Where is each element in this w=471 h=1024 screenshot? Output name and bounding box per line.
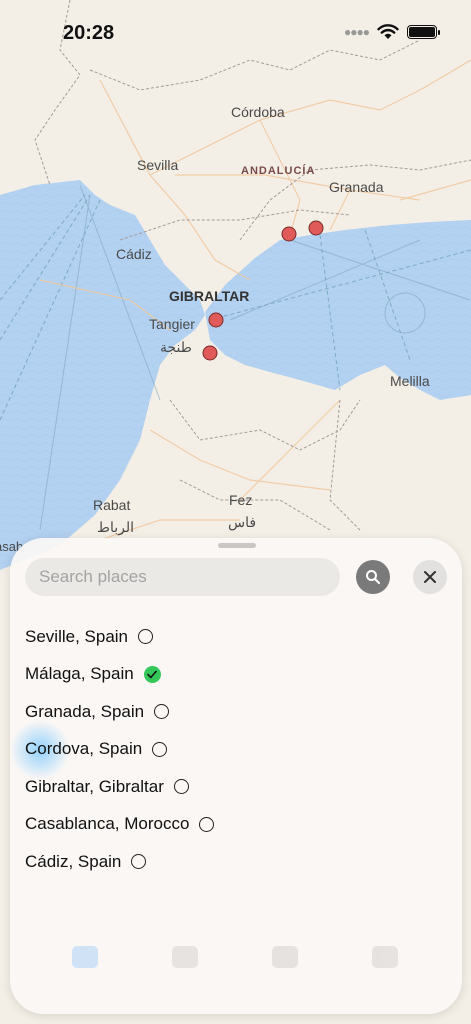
search-input[interactable] [25, 558, 340, 596]
place-label: Granada, Spain [25, 701, 145, 721]
tab-places [150, 946, 220, 972]
profile-tab-icon [372, 946, 398, 968]
place-label: Cádiz, Spain [25, 851, 122, 871]
map-marker[interactable] [281, 226, 297, 242]
radio-button[interactable] [199, 816, 215, 832]
wifi-icon [377, 24, 399, 39]
radio-button[interactable] [138, 629, 154, 645]
tab-bar-faded [10, 938, 462, 1014]
close-icon [424, 571, 436, 583]
battery-icon [407, 25, 440, 39]
list-item[interactable]: Cádiz, Spain [25, 843, 445, 881]
places-tab-icon [172, 946, 198, 968]
radio-button[interactable] [131, 854, 147, 870]
map-label-melilla: Melilla [390, 373, 430, 389]
place-label: Cordova, Spain [25, 739, 143, 759]
status-icons: ●●●● [344, 24, 440, 40]
map-tab-icon [72, 946, 98, 968]
places-sheet: Seville, Spain Málaga, Spain Granada, Sp… [10, 538, 462, 1014]
radio-button[interactable] [154, 704, 170, 720]
status-time: 20:28 [63, 22, 115, 44]
status-bar: 20:28 ●●●● [0, 0, 471, 60]
map-label-fez-ar: فاس [228, 514, 256, 531]
checkmark-icon [147, 670, 157, 679]
radio-button-selected[interactable] [143, 665, 161, 683]
places-list: Seville, Spain Málaga, Spain Granada, Sp… [25, 618, 445, 881]
list-item[interactable]: Cordova, Spain [25, 731, 445, 769]
list-item[interactable]: Gibraltar, Gibraltar [25, 768, 445, 806]
map-label-tangier-ar: طنجة [160, 339, 192, 355]
map-label-cadiz: Cádiz [116, 246, 152, 262]
sheet-grabber[interactable] [218, 543, 256, 548]
place-label: Gibraltar, Gibraltar [25, 776, 164, 796]
close-button[interactable] [413, 560, 447, 594]
map-label-tangier: Tangier [149, 316, 195, 332]
cellular-icon: ●●●● [344, 25, 370, 39]
tab-trophy [250, 946, 320, 972]
map-label-andalucia: ANDALUCÍA [241, 164, 315, 177]
map-label-cordoba: Córdoba [231, 104, 285, 120]
place-label: Seville, Spain [25, 626, 129, 646]
map-marker[interactable] [208, 312, 224, 328]
map-marker[interactable] [202, 345, 218, 361]
tab-map [50, 946, 120, 972]
map-label-rabat: Rabat [93, 497, 130, 513]
tab-profile [350, 946, 420, 972]
magnifier-icon [366, 570, 381, 585]
place-label: Casablanca, Morocco [25, 814, 190, 834]
map-label-gibraltar: GIBRALTAR [169, 288, 249, 304]
map-label-rabat-ar: الرباط [97, 519, 134, 536]
list-item[interactable]: Granada, Spain [25, 693, 445, 731]
place-label: Málaga, Spain [25, 664, 134, 684]
radio-button[interactable] [173, 779, 189, 795]
map-label-sevilla: Sevilla [137, 157, 178, 173]
trophy-tab-icon [272, 946, 298, 968]
map-label-fez: Fez [229, 492, 252, 508]
list-item[interactable]: Málaga, Spain [25, 656, 445, 694]
map-marker[interactable] [308, 220, 324, 236]
list-item[interactable]: Casablanca, Morocco [25, 806, 445, 844]
search-button[interactable] [356, 560, 390, 594]
radio-button[interactable] [152, 741, 168, 757]
map-label-granada: Granada [329, 179, 384, 195]
list-item[interactable]: Seville, Spain [25, 618, 445, 656]
